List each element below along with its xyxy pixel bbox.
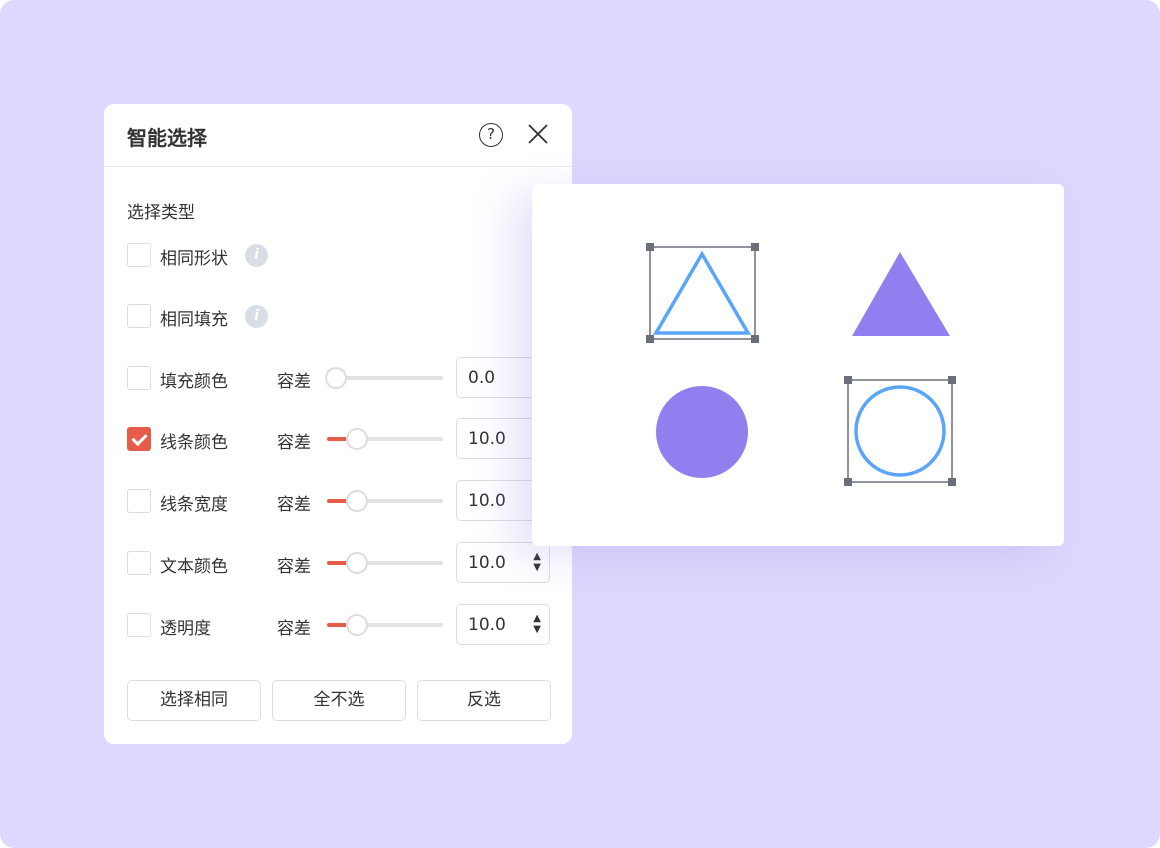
slider-thumb[interactable] <box>346 552 369 574</box>
outlined-circle-selected[interactable] <box>844 376 956 486</box>
dialog-title: 智能选择 <box>127 126 207 150</box>
tolerance-input[interactable]: 10.0 ▲▼ <box>456 604 550 645</box>
option-row: 线条颜色容差 10.0▲▼ <box>127 418 557 459</box>
option-checkbox[interactable] <box>127 427 151 451</box>
option-row: 文本颜色 容差 10.0 ▲ ▼ <box>127 542 557 583</box>
slider-thumb[interactable] <box>346 490 369 512</box>
option-row: 透明度 容差 10.0 ▲ ▼ <box>127 604 557 645</box>
select-none-button[interactable]: 全不选 <box>272 680 406 721</box>
tolerance-value: 0.0 <box>468 368 496 388</box>
option-checkbox[interactable] <box>127 489 151 513</box>
option-label: 文本颜色 <box>160 557 228 577</box>
tolerance-slider[interactable] <box>325 367 443 389</box>
section-label: 选择类型 <box>127 203 195 223</box>
close-icon[interactable] <box>526 122 550 146</box>
option-label: 填充颜色 <box>160 372 228 392</box>
canvas-preview <box>532 184 1064 546</box>
tolerance-label: 容差 <box>277 619 311 639</box>
tolerance-slider[interactable] <box>327 490 443 512</box>
option-row: 相同形状 i <box>127 243 557 269</box>
smart-select-dialog: 智能选择 ? 选择类型 相同形状i 相同填充i 填充颜色容差 0.0▲▼ 线条颜… <box>104 104 572 744</box>
outlined-triangle-selected[interactable] <box>646 243 759 343</box>
option-label: 相同形状 <box>160 249 228 269</box>
option-checkbox[interactable] <box>127 304 151 328</box>
help-icon[interactable]: ? <box>479 123 503 147</box>
tolerance-slider[interactable] <box>327 428 443 450</box>
stepper-arrows-icon[interactable]: ▲▼ <box>533 613 541 635</box>
filled-circle[interactable] <box>656 386 748 478</box>
tolerance-value: 10.0 <box>468 553 506 573</box>
shapes <box>646 243 956 486</box>
tolerance-label: 容差 <box>277 372 311 392</box>
filled-triangle[interactable] <box>852 252 950 336</box>
slider-thumb[interactable] <box>346 428 369 450</box>
tolerance-value: 10.0 <box>468 429 506 449</box>
option-label: 线条颜色 <box>160 433 228 453</box>
tolerance-slider[interactable] <box>327 614 443 636</box>
stepper-arrows-icon[interactable]: ▲▼ <box>533 551 541 573</box>
tolerance-label: 容差 <box>277 557 311 577</box>
option-checkbox[interactable] <box>127 243 151 267</box>
tolerance-input[interactable]: 10.0 ▲▼ <box>456 542 550 583</box>
option-label: 相同填充 <box>160 310 228 330</box>
info-icon[interactable]: i <box>245 305 268 328</box>
tolerance-label: 容差 <box>277 433 311 453</box>
slider-thumb[interactable] <box>346 614 369 636</box>
slider-thumb[interactable] <box>325 367 347 389</box>
option-checkbox[interactable] <box>127 366 151 390</box>
tolerance-value: 10.0 <box>468 491 506 511</box>
tolerance-slider[interactable] <box>327 552 443 574</box>
option-row: 填充颜色容差 0.0▲▼ <box>127 357 557 398</box>
invert-selection-button[interactable]: 反选 <box>417 680 551 721</box>
select-same-button[interactable]: 选择相同 <box>127 680 261 721</box>
tolerance-value: 10.0 <box>468 615 506 635</box>
tolerance-label: 容差 <box>277 495 311 515</box>
option-row: 线条宽度容差 10.0▲▼ <box>127 480 557 521</box>
option-checkbox[interactable] <box>127 551 151 575</box>
info-icon[interactable]: i <box>245 244 268 267</box>
option-label: 线条宽度 <box>160 495 228 515</box>
option-checkbox[interactable] <box>127 613 151 637</box>
option-label: 透明度 <box>160 619 211 639</box>
option-row: 相同填充 i <box>127 304 557 330</box>
dialog-header: 智能选择 ? <box>104 104 572 167</box>
